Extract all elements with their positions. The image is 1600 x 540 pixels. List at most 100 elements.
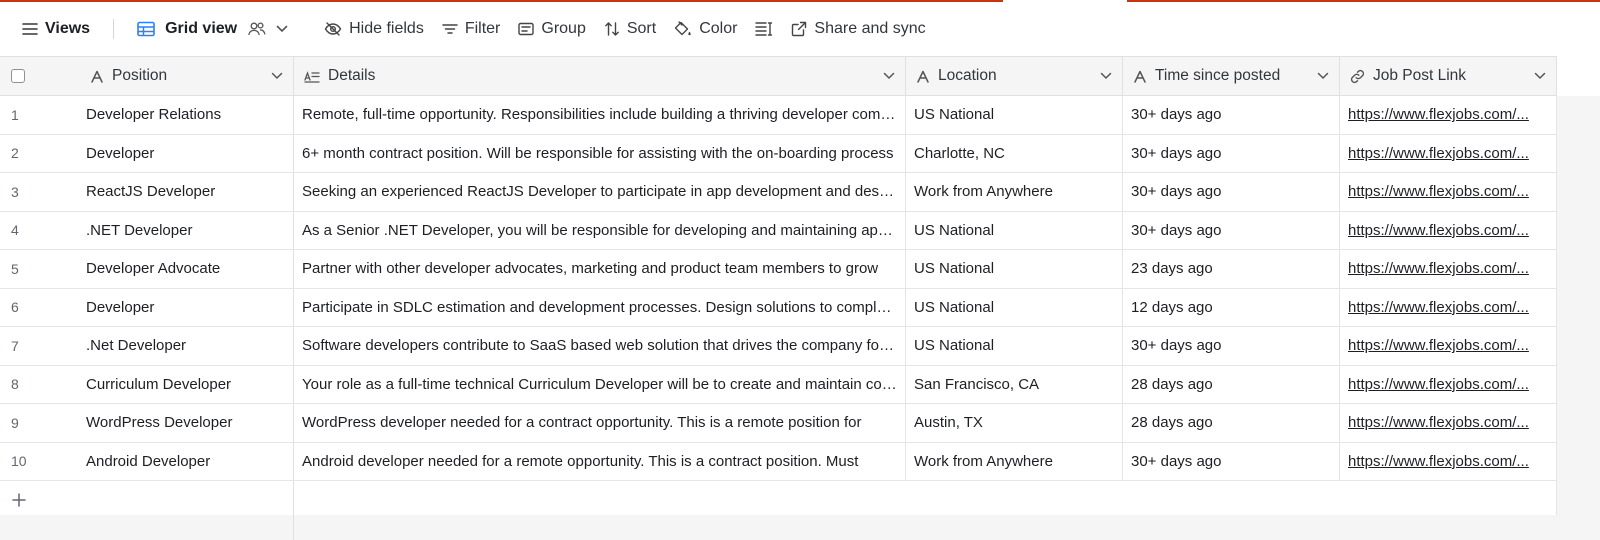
details-cell[interactable]: Software developers contribute to SaaS b… — [294, 327, 906, 365]
location-cell[interactable]: US National — [906, 96, 1123, 134]
time-since-posted-cell[interactable]: 23 days ago — [1123, 250, 1340, 288]
table-row[interactable]: 3 ReactJS Developer Seeking an experienc… — [0, 173, 1557, 212]
color-button[interactable]: Color — [665, 12, 746, 46]
text-field-icon — [1134, 70, 1146, 83]
details-cell[interactable]: Partner with other developer advocates, … — [294, 250, 906, 288]
grid-footer-left — [0, 515, 294, 540]
table-row[interactable]: 1 Developer Relations Remote, full-time … — [0, 96, 1557, 135]
location-cell[interactable]: San Francisco, CA — [906, 365, 1123, 403]
table-row[interactable]: 6 Developer Participate in SDLC estimati… — [0, 288, 1557, 327]
position-cell[interactable]: WordPress Developer — [80, 404, 294, 442]
location-cell[interactable]: US National — [906, 211, 1123, 249]
details-cell[interactable]: Seeking an experienced ReactJS Developer… — [294, 173, 906, 211]
job-post-link-cell[interactable]: https://www.flexjobs.com/... — [1340, 134, 1557, 172]
location-cell[interactable]: US National — [906, 250, 1123, 288]
time-since-posted-cell[interactable]: 28 days ago — [1123, 365, 1340, 403]
row-height-button[interactable] — [746, 12, 782, 46]
table-row[interactable]: 5 Developer Advocate Partner with other … — [0, 250, 1557, 289]
position-cell[interactable]: Developer Relations — [80, 96, 294, 134]
table-row[interactable]: 8 Curriculum Developer Your role as a fu… — [0, 365, 1557, 404]
chevron-down-icon[interactable] — [883, 72, 895, 80]
location-cell[interactable]: Work from Anywhere — [906, 173, 1123, 211]
details-cell[interactable]: Android developer needed for a remote op… — [294, 442, 906, 480]
time-since-posted-cell[interactable]: 30+ days ago — [1123, 442, 1340, 480]
location-cell[interactable]: US National — [906, 288, 1123, 326]
location-cell[interactable]: Work from Anywhere — [906, 442, 1123, 480]
job-post-link-cell[interactable]: https://www.flexjobs.com/... — [1340, 173, 1557, 211]
grid-icon — [137, 21, 155, 37]
grid-view-button[interactable]: Grid view — [128, 12, 299, 46]
position-cell[interactable]: Developer Advocate — [80, 250, 294, 288]
chevron-down-icon[interactable] — [271, 72, 283, 80]
share-and-sync-label: Share and sync — [814, 20, 926, 37]
details-cell[interactable]: Participate in SDLC estimation and devel… — [294, 288, 906, 326]
column-header-location[interactable]: Location — [906, 57, 1123, 95]
job-post-link-cell[interactable]: https://www.flexjobs.com/... — [1340, 327, 1557, 365]
filter-icon — [442, 24, 458, 34]
filter-button[interactable]: Filter — [433, 12, 510, 46]
location-cell[interactable]: US National — [906, 327, 1123, 365]
column-header-row: Position Details Location Time since pos… — [0, 56, 1557, 96]
row-number: 3 — [11, 183, 19, 200]
details-cell[interactable]: 6+ month contract position. Will be resp… — [294, 134, 906, 172]
paint-bucket-icon — [674, 21, 691, 36]
time-since-posted-cell[interactable]: 30+ days ago — [1123, 134, 1340, 172]
link-icon — [1350, 69, 1365, 83]
column-header-time-since-posted[interactable]: Time since posted — [1123, 57, 1340, 95]
position-cell[interactable]: Android Developer — [80, 442, 294, 480]
job-post-link-cell[interactable]: https://www.flexjobs.com/... — [1340, 365, 1557, 403]
table-row[interactable]: 9 WordPress Developer WordPress develope… — [0, 404, 1557, 443]
job-post-link-cell[interactable]: https://www.flexjobs.com/... — [1340, 211, 1557, 249]
job-post-link-cell[interactable]: https://www.flexjobs.com/... — [1340, 442, 1557, 480]
chevron-down-icon[interactable] — [1534, 72, 1546, 80]
table-row[interactable]: 7 .Net Developer Software developers con… — [0, 327, 1557, 366]
share-and-sync-button[interactable]: Share and sync — [782, 12, 934, 46]
sort-icon — [604, 22, 619, 36]
details-cell[interactable]: Your role as a full-time technical Curri… — [294, 365, 906, 403]
column-header-details[interactable]: Details — [294, 57, 906, 95]
location-cell[interactable]: Austin, TX — [906, 404, 1123, 442]
plus-icon — [12, 492, 26, 507]
position-cell[interactable]: .Net Developer — [80, 327, 294, 365]
details-cell[interactable]: WordPress developer needed for a contrac… — [294, 404, 906, 442]
time-since-posted-cell[interactable]: 30+ days ago — [1123, 96, 1340, 134]
color-label: Color — [699, 20, 738, 37]
position-cell[interactable]: Curriculum Developer — [80, 365, 294, 403]
position-cell[interactable]: .NET Developer — [80, 211, 294, 249]
position-cell[interactable]: Developer — [80, 288, 294, 326]
grid-empty-area — [1557, 96, 1600, 540]
column-header-position[interactable]: Position — [80, 57, 294, 95]
table-row[interactable]: 10 Android Developer Android developer n… — [0, 442, 1557, 481]
sort-button[interactable]: Sort — [595, 12, 665, 46]
hide-fields-button[interactable]: Hide fields — [315, 12, 433, 46]
time-since-posted-cell[interactable]: 30+ days ago — [1123, 327, 1340, 365]
external-link-icon — [792, 21, 807, 37]
job-post-link-cell[interactable]: https://www.flexjobs.com/... — [1340, 288, 1557, 326]
job-post-link-cell[interactable]: https://www.flexjobs.com/... — [1340, 404, 1557, 442]
job-post-link-cell[interactable]: https://www.flexjobs.com/... — [1340, 250, 1557, 288]
job-post-link-cell[interactable]: https://www.flexjobs.com/... — [1340, 96, 1557, 134]
table-row[interactable]: 2 Developer 6+ month contract position. … — [0, 134, 1557, 173]
chevron-down-icon[interactable] — [1100, 72, 1112, 80]
toolbar-divider — [113, 19, 115, 39]
details-cell[interactable]: As a Senior .NET Developer, you will be … — [294, 211, 906, 249]
group-button[interactable]: Group — [509, 12, 594, 46]
records-grid: Position Details Location Time since pos… — [0, 56, 1600, 540]
position-cell[interactable]: ReactJS Developer — [80, 173, 294, 211]
location-cell[interactable]: Charlotte, NC — [906, 134, 1123, 172]
row-number: 1 — [11, 106, 19, 123]
column-header-job-post-link[interactable]: Job Post Link — [1340, 57, 1557, 95]
position-cell[interactable]: Developer — [80, 134, 294, 172]
time-since-posted-cell[interactable]: 30+ days ago — [1123, 211, 1340, 249]
grid-footer — [0, 515, 1600, 540]
table-row[interactable]: 4 .NET Developer As a Senior .NET Develo… — [0, 211, 1557, 250]
table-body: 1 Developer Relations Remote, full-time … — [0, 96, 1557, 519]
chevron-down-icon[interactable] — [1317, 72, 1329, 80]
time-since-posted-cell[interactable]: 12 days ago — [1123, 288, 1340, 326]
time-since-posted-cell[interactable]: 28 days ago — [1123, 404, 1340, 442]
add-record-button[interactable] — [0, 481, 294, 518]
time-since-posted-cell[interactable]: 30+ days ago — [1123, 173, 1340, 211]
views-button[interactable]: Views — [22, 12, 99, 46]
select-all-checkbox[interactable] — [11, 69, 25, 83]
details-cell[interactable]: Remote, full-time opportunity. Responsib… — [294, 96, 906, 134]
